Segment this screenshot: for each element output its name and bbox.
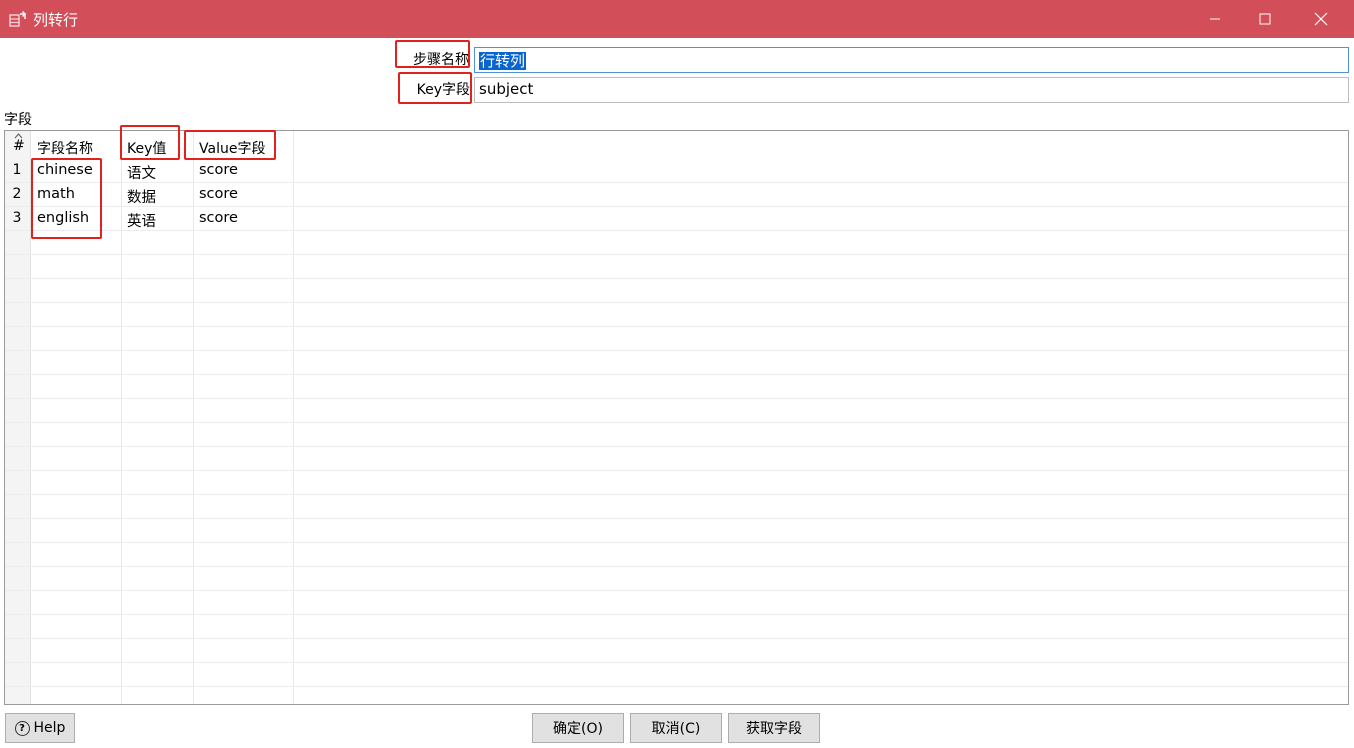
key-value-cell[interactable]: 语文: [127, 162, 156, 183]
fields-table: # 字段名称 Key值 Value字段 1 chinese 语文 score 2…: [4, 130, 1349, 705]
window-title: 列转行: [33, 11, 79, 29]
empty-row[interactable]: [5, 495, 1348, 519]
empty-row[interactable]: [5, 615, 1348, 639]
row-index: 1: [12, 162, 22, 178]
column-header-field-name[interactable]: 字段名称: [31, 131, 121, 161]
step-name-value: 行转列: [479, 52, 527, 70]
key-field-label: Key字段: [416, 82, 470, 98]
empty-row[interactable]: [5, 591, 1348, 615]
empty-row[interactable]: [5, 519, 1348, 543]
field-name-cell[interactable]: english: [37, 210, 89, 226]
minimize-button[interactable]: [1190, 0, 1240, 38]
column-header-index[interactable]: #: [5, 131, 31, 161]
field-name-cell[interactable]: chinese: [37, 162, 93, 178]
fields-section-label: 字段: [4, 112, 32, 128]
empty-row[interactable]: [5, 639, 1348, 663]
empty-row[interactable]: [5, 423, 1348, 447]
row-index: 2: [12, 186, 22, 202]
help-icon: ?: [14, 720, 30, 736]
ok-button[interactable]: 确定(O): [532, 713, 624, 743]
table-transform-icon: [9, 11, 26, 27]
empty-row[interactable]: [5, 471, 1348, 495]
row-index: 3: [12, 210, 22, 226]
cancel-button[interactable]: 取消(C): [630, 713, 722, 743]
empty-row[interactable]: [5, 303, 1348, 327]
key-field-input[interactable]: subject: [474, 77, 1349, 103]
empty-row[interactable]: [5, 399, 1348, 423]
empty-row[interactable]: [5, 351, 1348, 375]
empty-row[interactable]: [5, 663, 1348, 687]
empty-row[interactable]: [5, 327, 1348, 351]
close-icon: [1314, 12, 1328, 26]
get-fields-button[interactable]: 获取字段: [728, 713, 820, 743]
value-field-cell[interactable]: score: [199, 210, 238, 226]
value-field-cell[interactable]: score: [199, 186, 238, 202]
step-name-input[interactable]: 行转列: [474, 47, 1349, 73]
close-button[interactable]: [1296, 0, 1346, 38]
column-header-value-field[interactable]: Value字段: [193, 131, 293, 161]
value-field-cell[interactable]: score: [199, 162, 238, 178]
help-button[interactable]: ? Help: [5, 713, 75, 743]
column-header-key-value[interactable]: Key值: [121, 131, 193, 161]
field-name-cell[interactable]: math: [37, 186, 75, 202]
maximize-button[interactable]: [1240, 0, 1290, 38]
table-row[interactable]: 3 english 英语 score: [5, 207, 1348, 231]
maximize-icon: [1259, 13, 1271, 25]
step-name-label: 步骤名称: [413, 52, 469, 68]
empty-row[interactable]: [5, 255, 1348, 279]
key-value-cell[interactable]: 英语: [127, 210, 156, 231]
empty-row[interactable]: [5, 567, 1348, 591]
help-button-label: Help: [33, 720, 66, 736]
empty-row[interactable]: [5, 231, 1348, 255]
key-value-cell[interactable]: 数据: [127, 186, 156, 207]
table-row[interactable]: 1 chinese 语文 score: [5, 159, 1348, 183]
empty-row[interactable]: [5, 279, 1348, 303]
empty-row[interactable]: [5, 543, 1348, 567]
table-row[interactable]: 2 math 数据 score: [5, 183, 1348, 207]
empty-row[interactable]: [5, 375, 1348, 399]
title-bar: 列转行: [0, 0, 1354, 38]
minimize-icon: [1210, 18, 1220, 20]
empty-row[interactable]: [5, 447, 1348, 471]
